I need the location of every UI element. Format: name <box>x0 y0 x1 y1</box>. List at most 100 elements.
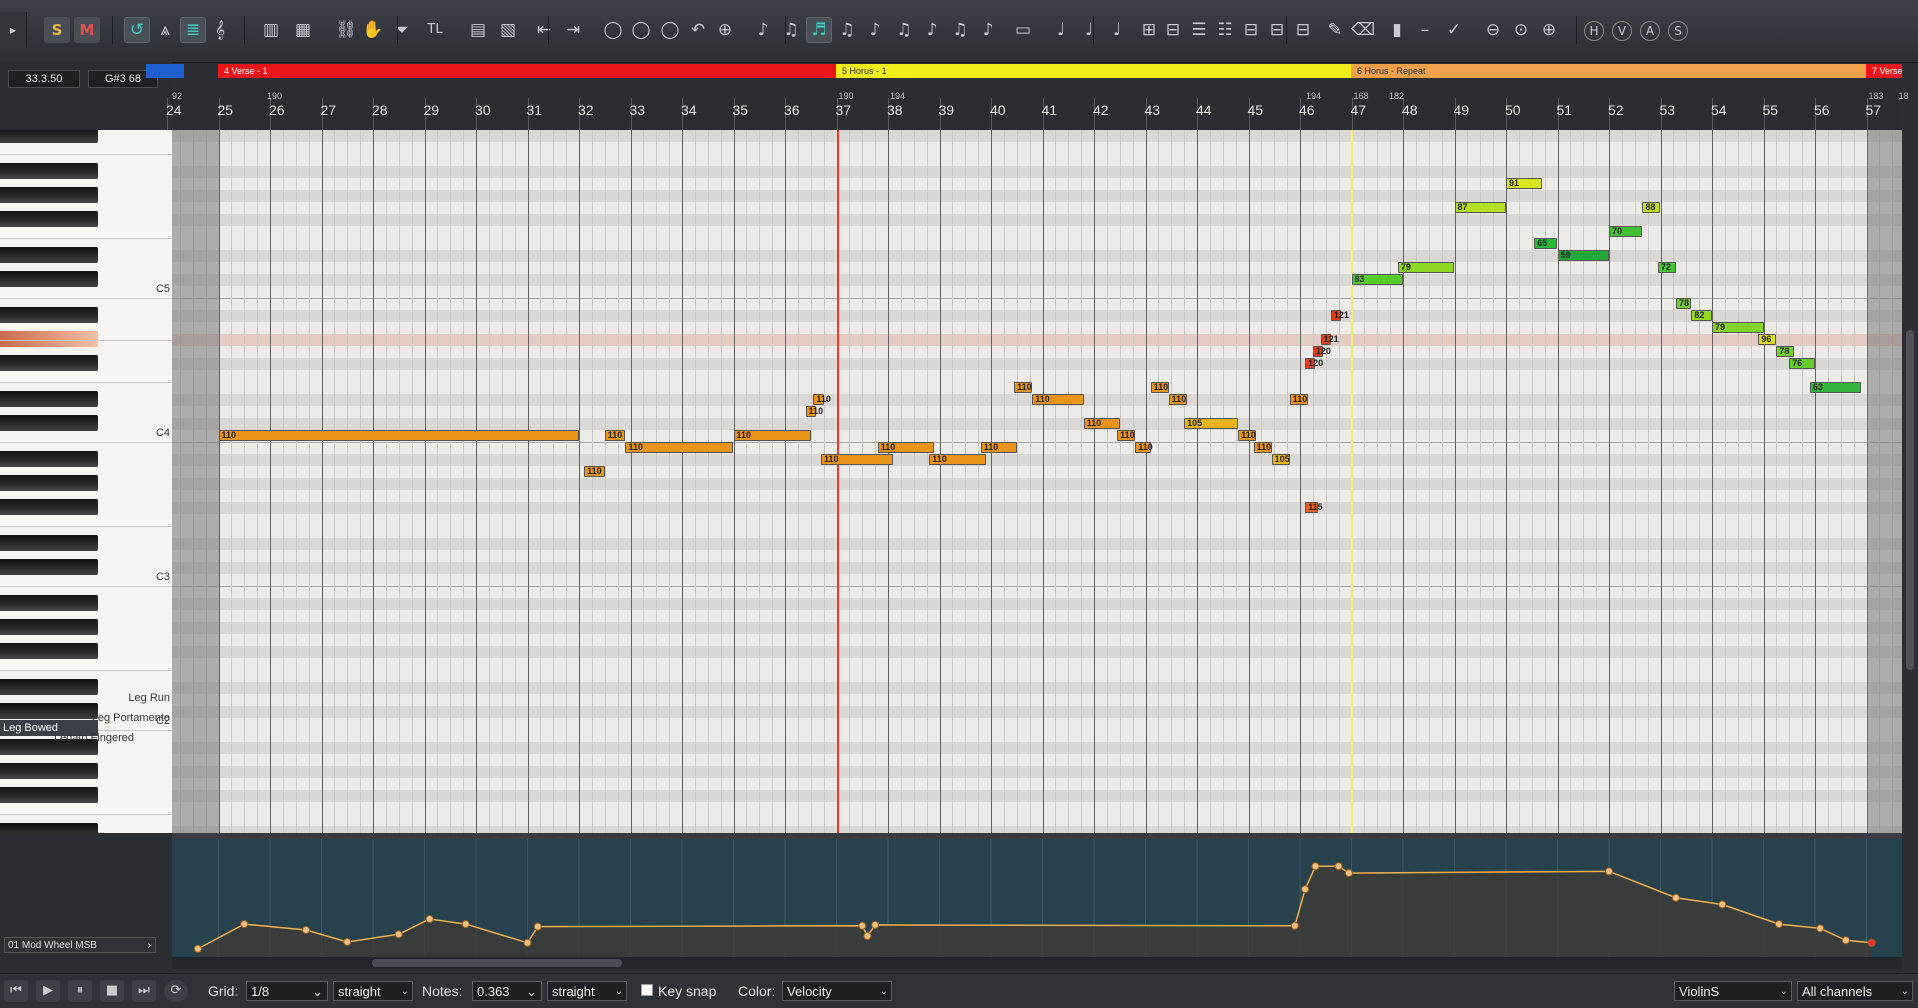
note[interactable]: 87 <box>1454 202 1506 213</box>
a-icon[interactable]: A <box>1640 21 1660 41</box>
note[interactable]: 110 <box>980 442 1017 453</box>
black-key[interactable] <box>0 679 98 695</box>
black-key[interactable] <box>0 559 98 575</box>
black-key[interactable] <box>0 535 98 551</box>
note-quant-icon[interactable]: ♫ <box>778 17 804 43</box>
menu-arrow-button[interactable]: ▸ <box>0 12 27 48</box>
key-snap-checkbox[interactable] <box>641 984 653 996</box>
note[interactable]: 110 <box>604 430 626 441</box>
clef-icon[interactable]: 𝄞 <box>207 17 233 43</box>
go-to-end-icon[interactable]: ⏭ <box>132 980 156 1002</box>
black-key[interactable] <box>0 451 98 467</box>
marker[interactable]: 5 Horus - 1 <box>836 64 1351 78</box>
marker-blue[interactable] <box>146 64 184 78</box>
note[interactable]: 110 <box>1150 382 1169 393</box>
note[interactable]: 72 <box>1657 262 1676 273</box>
articulation-label[interactable]: Legato Fingered <box>54 732 134 744</box>
color-mode-select[interactable]: Velocity ⌄ <box>782 981 892 1001</box>
note[interactable]: 78 <box>1675 298 1692 309</box>
cc-point[interactable] <box>523 938 532 947</box>
note[interactable]: 76 <box>1789 358 1815 369</box>
tick-icon[interactable]: ✓ <box>1441 17 1467 43</box>
black-key[interactable] <box>0 163 98 179</box>
slur-2-icon[interactable]: ♩ <box>1076 17 1102 43</box>
black-key[interactable] <box>0 619 98 635</box>
tl-icon[interactable]: TL <box>422 17 448 43</box>
note[interactable]: 110 <box>1117 430 1136 441</box>
note[interactable]: 120 <box>1305 358 1323 369</box>
note[interactable]: 105 <box>1184 418 1239 429</box>
keyboard-icon[interactable]: ▦ <box>290 17 316 43</box>
note[interactable]: 79 <box>1397 262 1455 273</box>
eraser-icon[interactable]: ⌫ <box>1350 17 1376 43</box>
link-icon[interactable]: ⛓ <box>333 17 359 43</box>
note[interactable]: 115 <box>1305 502 1323 513</box>
note[interactable]: 110 <box>877 442 935 453</box>
marker[interactable]: 4 Verse - 1 <box>218 64 836 78</box>
v-icon[interactable]: V <box>1612 21 1632 41</box>
piano-roll-grid[interactable]: 110 110 110 110 110 110 110 110 110 110 110 110 110 1… <box>172 130 1902 833</box>
note[interactable]: 63 <box>1809 382 1862 393</box>
note[interactable]: 59 <box>1557 250 1609 261</box>
note[interactable]: 110 <box>1289 394 1308 405</box>
cc-lane[interactable] <box>172 839 1902 957</box>
cc-point[interactable] <box>858 921 867 930</box>
cc-point[interactable] <box>1867 938 1876 947</box>
note[interactable]: 110 <box>1014 382 1033 393</box>
panels-icon[interactable]: ▧ <box>495 17 521 43</box>
panel-icon[interactable]: ▤ <box>465 17 491 43</box>
dash-icon[interactable]: – <box>1412 17 1438 43</box>
cc-point[interactable] <box>1718 900 1727 909</box>
black-key[interactable] <box>0 415 98 431</box>
loop-icon[interactable]: ↺ <box>124 17 150 43</box>
black-key[interactable] <box>0 763 98 779</box>
instrument-select[interactable]: ViolinS ⌄ <box>1674 981 1792 1001</box>
black-key[interactable] <box>0 130 98 143</box>
grid-2-icon[interactable]: ⊟ <box>1160 17 1186 43</box>
note[interactable]: 110 <box>625 442 734 453</box>
s-icon[interactable]: S <box>1668 21 1688 41</box>
black-key[interactable] <box>0 355 98 371</box>
marker[interactable]: 6 Horus - Repeat <box>1351 64 1866 78</box>
grid-1-icon[interactable]: ⊞ <box>1136 17 1162 43</box>
cc-point[interactable] <box>1344 869 1353 878</box>
stop-icon[interactable]: ■ <box>100 980 124 1002</box>
note-5-icon[interactable]: ♫ <box>891 17 917 43</box>
play-icon[interactable]: ▶ <box>36 980 60 1002</box>
note[interactable]: 110 <box>1083 418 1120 429</box>
grid-type-select[interactable]: straight ⌄ <box>333 981 413 1001</box>
black-key[interactable] <box>0 595 98 611</box>
grid-3-icon[interactable]: ☰ <box>1186 17 1212 43</box>
cc-point[interactable] <box>533 922 542 931</box>
list-icon[interactable]: ≣ <box>180 17 206 43</box>
note[interactable]: 110 <box>1238 430 1257 441</box>
playhead[interactable] <box>836 130 839 833</box>
go-to-start-icon[interactable]: ⏮ <box>4 980 28 1002</box>
cc-point[interactable] <box>302 926 311 935</box>
h-icon[interactable]: H <box>1584 21 1604 41</box>
note[interactable]: 110 <box>821 454 894 465</box>
note[interactable]: 78 <box>1776 346 1795 357</box>
piano-icon[interactable]: ▥ <box>258 17 284 43</box>
cc-point[interactable] <box>425 914 434 923</box>
hand-icon[interactable]: ✋ <box>360 17 386 43</box>
vertical-scroll-thumb[interactable] <box>1906 330 1914 670</box>
cc-point[interactable] <box>1605 867 1613 876</box>
mute-button[interactable]: M <box>74 17 100 43</box>
grid-5-icon[interactable]: ⊟ <box>1238 17 1264 43</box>
note[interactable]: 110 <box>805 406 823 417</box>
timeline-ruler[interactable]: 24 25 26 27 28 29 30 31 32 33 34 35 36 37 38 39 40 41 42 43… <box>166 88 1909 130</box>
black-key[interactable] <box>0 211 98 227</box>
cc-point[interactable] <box>1816 924 1825 933</box>
cc-lane-selector[interactable]: 01 Mod Wheel MSB › <box>4 937 156 953</box>
black-key[interactable] <box>0 247 98 263</box>
note[interactable]: 110 <box>1168 394 1187 405</box>
cc-point[interactable] <box>343 937 352 946</box>
cc-point[interactable] <box>394 930 403 939</box>
note[interactable]: 110 <box>1135 442 1153 453</box>
bar-icon[interactable]: ▭ <box>1010 17 1036 43</box>
cc-curve[interactable] <box>172 839 1902 957</box>
zoom-fit-icon[interactable]: ⊙ <box>1508 17 1534 43</box>
cc-point[interactable] <box>1671 893 1680 902</box>
note[interactable]: 82 <box>1691 310 1712 321</box>
